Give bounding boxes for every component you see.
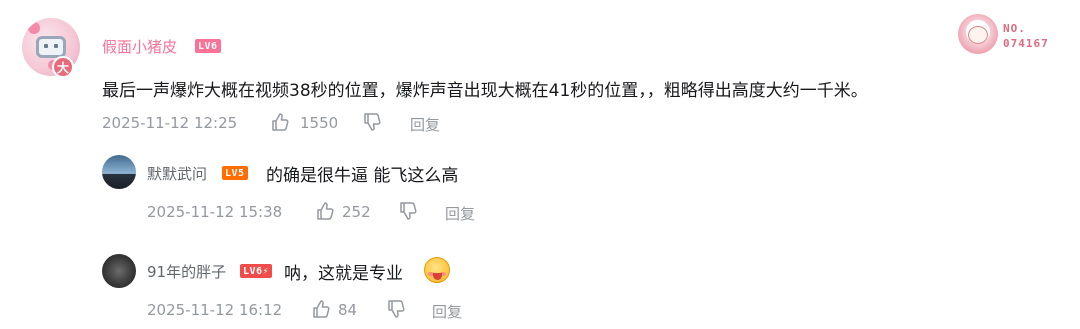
fan-badge-number: 074167 bbox=[1003, 37, 1049, 50]
fan-badge-label: NO. bbox=[1003, 22, 1026, 35]
dislike-icon[interactable] bbox=[386, 299, 406, 319]
reply-button[interactable]: 回复 bbox=[432, 301, 462, 322]
dislike-icon[interactable] bbox=[362, 112, 382, 132]
avatar[interactable] bbox=[102, 254, 136, 288]
reply-time: 2025-11-12 15:38 bbox=[147, 203, 283, 221]
level-badge: LV6⚡ bbox=[240, 264, 273, 278]
username[interactable]: 默默武问 bbox=[147, 163, 207, 184]
like-icon[interactable] bbox=[311, 299, 331, 319]
laugh-emoji-icon bbox=[424, 257, 450, 283]
comment-time: 2025-11-12 12:25 bbox=[102, 114, 238, 132]
flower-decoration bbox=[28, 22, 40, 34]
level-badge: LV6 bbox=[195, 39, 221, 53]
reply-text: 的确是很牛逼 能飞这么高 bbox=[266, 166, 459, 186]
fan-badge-icon[interactable] bbox=[958, 14, 998, 54]
vip-badge: 大 bbox=[52, 56, 74, 78]
like-count: 1550 bbox=[300, 114, 339, 132]
username[interactable]: 91年的胖子 bbox=[147, 261, 226, 282]
avatar[interactable] bbox=[102, 155, 136, 189]
face-icon bbox=[968, 26, 988, 44]
level-badge: LV5 bbox=[222, 166, 248, 180]
like-icon[interactable] bbox=[315, 201, 335, 221]
reply-time: 2025-11-12 16:12 bbox=[147, 301, 283, 319]
reply-button[interactable]: 回复 bbox=[445, 203, 475, 224]
reply-text: 呐，这就是专业 bbox=[284, 264, 403, 284]
comment-text: 最后一声爆炸大概在视频38秒的位置，爆炸声音出现大概在41秒的位置，，粗略得出高… bbox=[102, 81, 868, 101]
username[interactable]: 假面小猪皮 bbox=[102, 36, 177, 57]
like-count: 252 bbox=[342, 203, 371, 221]
tv-icon bbox=[36, 36, 66, 58]
like-icon[interactable] bbox=[270, 112, 290, 132]
reply-button[interactable]: 回复 bbox=[410, 114, 440, 135]
dislike-icon[interactable] bbox=[398, 201, 418, 221]
like-count: 84 bbox=[338, 301, 358, 319]
